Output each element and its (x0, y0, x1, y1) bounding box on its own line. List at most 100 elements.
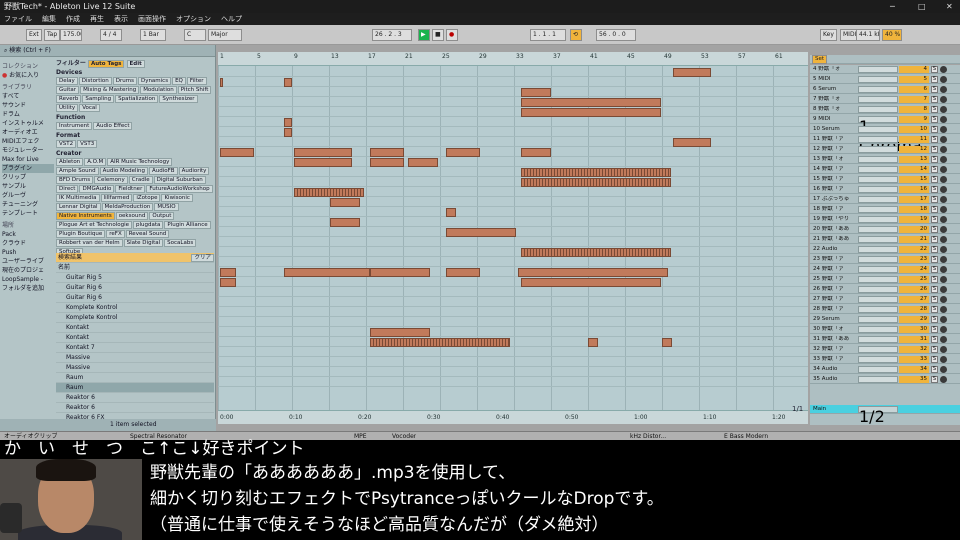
solo-button[interactable]: S (931, 286, 938, 293)
audio-clip[interactable] (446, 148, 480, 157)
track-header[interactable]: 13 野獣「ォ 13 S (810, 155, 960, 164)
location-item[interactable]: LoopSample - (2, 275, 54, 284)
track-input-select[interactable] (858, 76, 898, 83)
solo-button[interactable]: S (931, 206, 938, 213)
track-header[interactable]: 15 野獣「ァ 15 S (810, 175, 960, 184)
track-header[interactable]: 28 野獣「ァ 28 S (810, 305, 960, 314)
audio-clip[interactable] (408, 158, 438, 167)
filter-chip[interactable]: Utility (56, 104, 79, 112)
filter-chip[interactable]: A.O.M (84, 158, 107, 166)
track-number-button[interactable]: 10 (899, 126, 929, 133)
track-lane[interactable] (218, 78, 808, 87)
track-input-select[interactable] (858, 236, 898, 243)
audio-clip[interactable] (284, 128, 292, 137)
track-number-button[interactable]: 18 (899, 206, 929, 213)
library-item[interactable]: サウンド (2, 101, 54, 110)
track-number-button[interactable]: 29 (899, 316, 929, 323)
track-header[interactable]: 34 Audio 34 S (810, 365, 960, 374)
filter-chip[interactable]: Drums (112, 77, 137, 85)
record-arm-icon[interactable] (940, 296, 947, 303)
track-lane[interactable] (218, 98, 808, 107)
track-number-button[interactable]: 11 (899, 136, 929, 143)
audio-clip[interactable] (662, 338, 672, 347)
track-input-select[interactable] (858, 326, 898, 333)
track-input-select[interactable] (858, 346, 898, 353)
browser-item[interactable]: Kontakt 7 (56, 343, 214, 353)
track-number-button[interactable]: 12 (899, 146, 929, 153)
location-item[interactable]: Pack (2, 230, 54, 239)
minimize-icon[interactable]: ─ (890, 0, 895, 13)
track-header[interactable]: 8 野獣「ォ 8 S (810, 105, 960, 114)
audio-clip[interactable] (284, 78, 292, 87)
audio-clip[interactable] (521, 178, 671, 187)
solo-button[interactable]: S (931, 176, 938, 183)
record-arm-icon[interactable] (940, 126, 947, 133)
loop-toggle-icon[interactable]: ⟲ (570, 29, 582, 41)
audio-clip[interactable] (294, 148, 352, 157)
track-header[interactable]: 25 野獣「ァ 25 S (810, 275, 960, 284)
filter-chip[interactable]: IK Multimedia (56, 194, 100, 202)
track-lane[interactable] (218, 298, 808, 307)
audio-clip[interactable] (220, 268, 236, 277)
master-track[interactable]: Main 1/2 (810, 405, 960, 426)
audio-clip[interactable] (446, 228, 516, 237)
track-header[interactable]: 21 野獣「ああ 21 S (810, 235, 960, 244)
track-input-select[interactable] (858, 146, 898, 153)
track-input-select[interactable] (858, 356, 898, 363)
browser-item[interactable]: Massive (56, 363, 214, 373)
track-input-select[interactable] (858, 186, 898, 193)
filter-chip[interactable]: Instrument (56, 122, 93, 130)
record-arm-icon[interactable] (940, 276, 947, 283)
record-button[interactable]: ● (446, 29, 458, 41)
track-input-select[interactable] (858, 126, 898, 133)
record-arm-icon[interactable] (940, 186, 947, 193)
track-number-button[interactable]: 14 (899, 166, 929, 173)
track-header[interactable]: 16 野獣「ァ 16 S (810, 185, 960, 194)
filter-chip[interactable]: Dynamics (137, 77, 172, 85)
record-arm-icon[interactable] (940, 96, 947, 103)
library-item[interactable]: インストゥルメ (2, 119, 54, 128)
browser-item[interactable]: Reaktor 6 (56, 403, 214, 413)
track-input-select[interactable] (858, 336, 898, 343)
library-item[interactable]: サンプル (2, 182, 54, 191)
solo-button[interactable]: S (931, 76, 938, 83)
quantization-select[interactable]: 1 Bar (140, 29, 166, 41)
audio-clip[interactable] (220, 278, 236, 287)
track-lane[interactable] (218, 318, 808, 327)
menu-navigate[interactable]: 画面操作 (138, 13, 166, 25)
track-header[interactable]: 22 Audio 22 S (810, 245, 960, 254)
track-lane[interactable] (218, 178, 808, 187)
library-item[interactable]: チューニング (2, 200, 54, 209)
solo-button[interactable]: S (931, 256, 938, 263)
library-item[interactable]: クリップ (2, 173, 54, 182)
track-lane[interactable] (218, 248, 808, 257)
track-input-select[interactable] (858, 156, 898, 163)
track-input-select[interactable] (858, 136, 898, 143)
solo-button[interactable]: S (931, 106, 938, 113)
solo-button[interactable]: S (931, 146, 938, 153)
filter-chip[interactable]: lillfarmed (100, 194, 133, 202)
filter-chip[interactable]: Reveal Sound (125, 230, 170, 238)
record-arm-icon[interactable] (940, 376, 947, 383)
filter-chip[interactable]: MUSIO (154, 203, 179, 211)
audio-clip[interactable] (521, 98, 661, 107)
solo-button[interactable]: S (931, 156, 938, 163)
solo-button[interactable]: S (931, 316, 938, 323)
track-header[interactable]: 11 野獣「ァ 11 S (810, 135, 960, 144)
beat-ruler[interactable]: 1 5 9 13 17 21 25 29 33 37 41 45 49 53 57 61 (218, 52, 808, 66)
menu-file[interactable]: ファイル (4, 13, 32, 25)
play-button[interactable]: ▶ (418, 29, 430, 41)
record-arm-icon[interactable] (940, 116, 947, 123)
filter-chip[interactable]: Pitch Shift (177, 86, 212, 94)
audio-clip[interactable] (673, 138, 711, 147)
track-header[interactable]: 7 野獣「ォ 7 S (810, 95, 960, 104)
arrangement-position-field[interactable]: 26 . 2 . 3 (372, 29, 412, 41)
track-lane[interactable] (218, 328, 808, 337)
track-number-button[interactable]: 9 (899, 116, 929, 123)
track-number-button[interactable]: 6 (899, 86, 929, 93)
solo-button[interactable]: S (931, 226, 938, 233)
maximize-icon[interactable]: □ (918, 0, 926, 13)
filter-chip[interactable]: Audio Effect (93, 122, 133, 130)
menu-view[interactable]: 表示 (114, 13, 128, 25)
filter-chip[interactable]: MeldaProduction (101, 203, 154, 211)
